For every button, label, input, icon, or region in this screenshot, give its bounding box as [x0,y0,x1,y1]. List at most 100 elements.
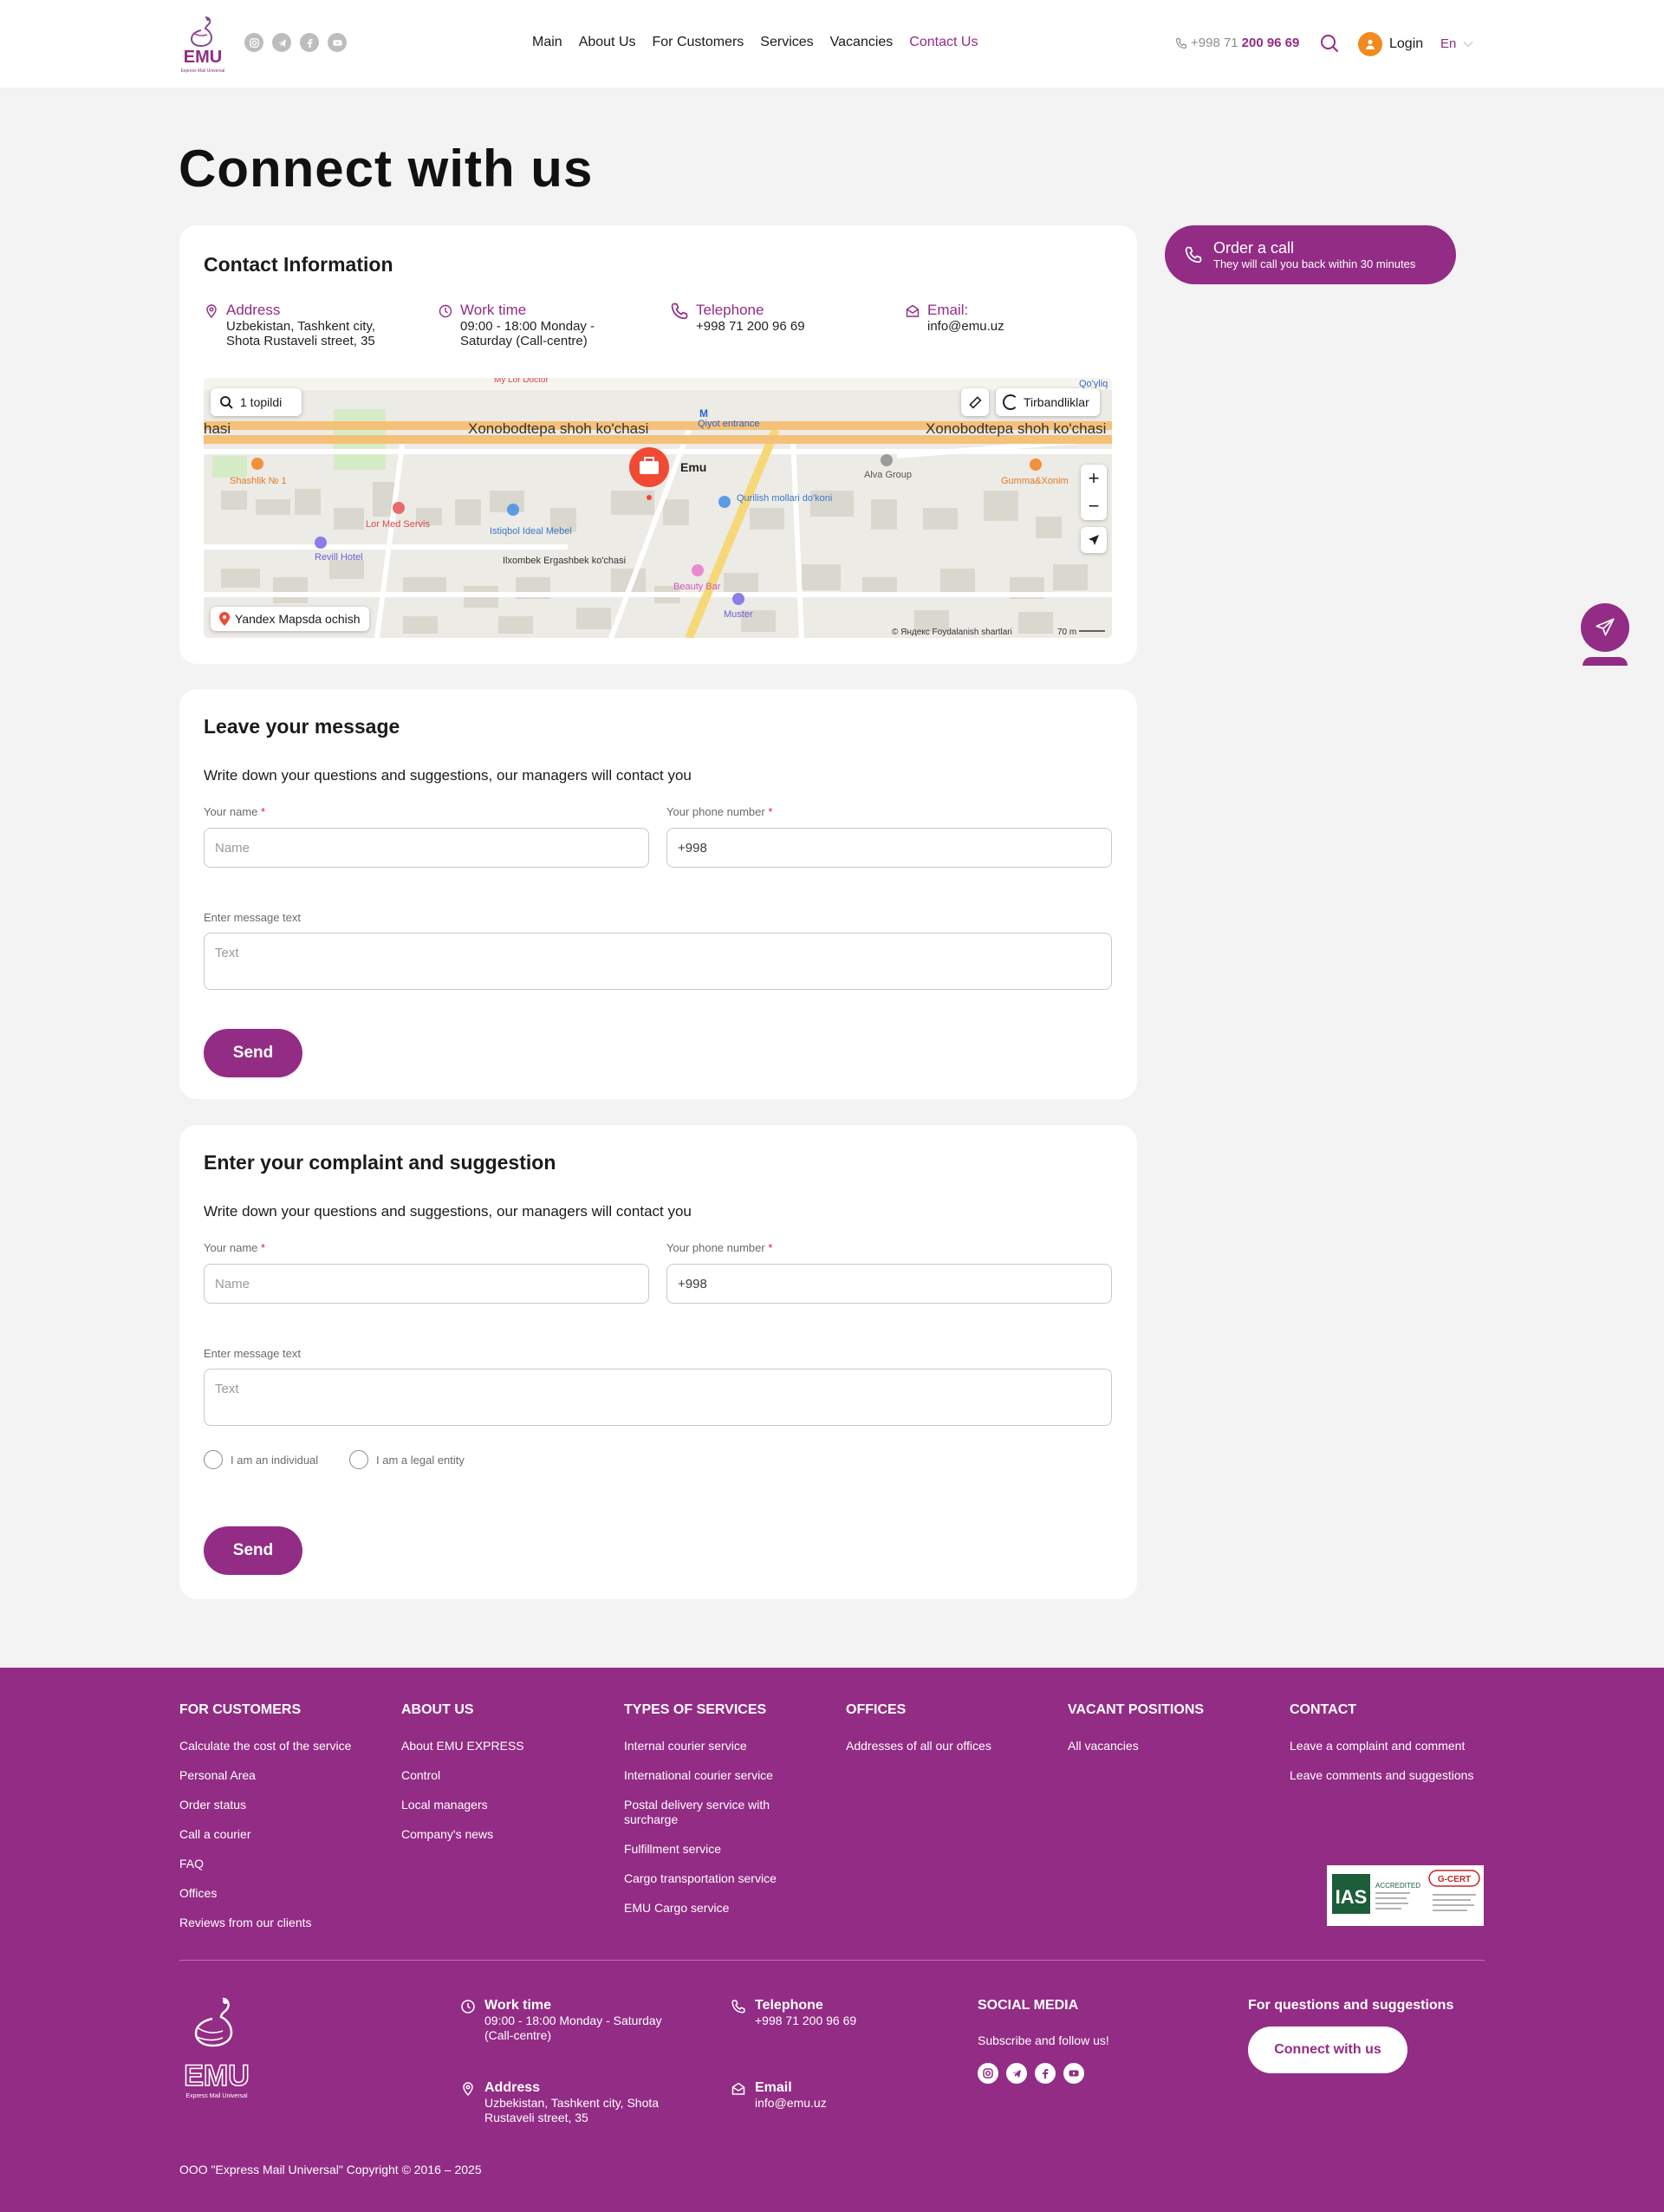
office-icon[interactable] [881,454,893,466]
footer-link[interactable]: All vacancies [1068,1739,1276,1753]
nav-for-customers[interactable]: For Customers [653,35,744,50]
footer-link[interactable]: Company's news [401,1827,609,1842]
footer-col-vacancies: VACANT POSITIONS All vacancies [1068,1702,1276,1768]
nav-contact-us[interactable]: Contact Us [909,35,978,50]
footer-link[interactable]: Addresses of all our offices [846,1739,1054,1753]
complaint-message-textarea[interactable]: Text [204,1369,1112,1426]
emu-logo[interactable]: EMU Express Mail Universal [179,12,226,76]
map-pin-icon [219,612,230,626]
traffic-label: Tirbandliklar [1024,395,1089,409]
map-canvas[interactable]: Xonobodtepa shoh ko'chasi Xonobodtepa sh… [204,378,1112,638]
footer-link[interactable]: FAQ [179,1857,387,1871]
ruler-button[interactable] [961,388,989,416]
nav-main[interactable]: Main [532,35,562,50]
radio-individual[interactable]: I am an individual [204,1450,318,1469]
order-call-button[interactable]: Order a call They will call you back wit… [1165,225,1456,284]
send-complaint-button[interactable]: Send [204,1526,302,1575]
zoom-in-icon[interactable]: + [1081,465,1107,492]
map-street-ergashbek: Ilxombek Ergashbek ko'chasi [503,556,626,566]
message-textarea[interactable]: Text [204,933,1112,990]
search-icon[interactable] [1319,33,1340,54]
telegram-icon[interactable] [272,33,291,52]
user-icon [1358,32,1382,56]
chat-float-button[interactable] [1583,657,1628,666]
footer-link[interactable]: Cargo transportation service [624,1871,797,1886]
metro-icon[interactable]: M [699,407,708,420]
youtube-icon[interactable] [328,33,347,52]
complaint-name-input[interactable]: Name [204,1264,649,1304]
email-value[interactable]: info@emu.uz [927,319,1004,334]
footer-link[interactable]: About EMU EXPRESS [401,1739,609,1753]
language-select[interactable]: En [1440,36,1473,51]
header-socials [244,33,347,52]
footer-link[interactable]: Fulfillment service [624,1842,797,1857]
chevron-down-icon [1463,41,1473,47]
beauty-icon[interactable] [692,564,704,576]
nav-about-us[interactable]: About Us [579,35,636,50]
restaurant-icon[interactable] [251,458,263,470]
header-phone-main: 200 96 69 [1241,36,1300,50]
footer-telephone-value[interactable]: +998 71 200 96 69 [755,2014,856,2028]
footer-link[interactable]: Reviews from our clients [179,1916,387,1930]
phone-icon [671,303,688,320]
nav-vacancies[interactable]: Vacancies [830,35,894,50]
map-search-result[interactable]: 1 topildi [211,388,302,416]
geolocation-button[interactable] [1081,527,1107,553]
footer-social-title: SOCIAL MEDIA [978,1998,1079,2013]
contact-info-card: Contact Information Address Uzbekistan, … [179,225,1137,664]
footer-link[interactable]: EMU Cargo service [624,1901,797,1916]
map-search-result-label: 1 topildi [240,395,283,409]
footer-email: Email info@emu.uz [731,2080,827,2111]
footer-link[interactable]: Control [401,1768,609,1783]
footer-link[interactable]: Offices [179,1886,387,1901]
zoom-out-icon[interactable]: − [1081,492,1107,520]
footer-link[interactable]: International courier service [624,1768,797,1783]
copyright: OOO "Express Mail Universal" Copyright ©… [179,2163,482,2176]
facebook-icon[interactable] [1035,2063,1056,2084]
telephone-value[interactable]: +998 71 200 96 69 [696,319,805,334]
footer-link[interactable]: Postal delivery service with surcharge [624,1798,797,1827]
store-icon[interactable] [718,496,731,508]
shop-icon[interactable] [507,504,519,516]
header-phone[interactable]: +998 71 200 96 69 [1175,36,1299,50]
ruler-icon [969,396,982,409]
footer-col-offices: OFFICES Addresses of all our offices [846,1702,1054,1768]
footer-worktime-label: Work time [484,1998,552,2013]
map-street-main: Xonobodtepa shoh ko'chasi [468,420,648,437]
facebook-icon[interactable] [300,33,319,52]
footer-connect-button[interactable]: Connect with us [1248,2027,1407,2073]
radio-legal-entity[interactable]: I am a legal entity [349,1450,465,1469]
login-button[interactable]: Login [1358,32,1423,56]
youtube-icon[interactable] [1063,2063,1084,2084]
cafe-icon[interactable] [1030,459,1042,471]
map-place-shashlik: Shashlik № 1 [230,476,287,486]
footer-link[interactable]: Order status [179,1798,387,1812]
hospital-icon[interactable] [393,502,405,514]
footer-link[interactable]: Call a courier [179,1827,387,1842]
name-input[interactable]: Name [204,828,649,868]
instagram-icon[interactable] [244,33,263,52]
footer-emu-logo[interactable]: EMU Express Mail Universal [179,1995,254,2105]
hotel-icon[interactable] [315,537,327,549]
send-message-button[interactable]: Send [204,1029,302,1077]
telegram-icon[interactable] [1006,2063,1027,2084]
contact-email: Email: info@emu.uz [905,302,1004,334]
footer-link[interactable]: Local managers [401,1798,609,1812]
nav-services[interactable]: Services [760,35,813,50]
traffic-button[interactable]: Tirbandliklar [996,388,1100,416]
complaint-phone-input[interactable]: +998 [666,1264,1112,1304]
yandex-map[interactable]: Xonobodtepa shoh ko'chasi Xonobodtepa sh… [204,378,1112,638]
phone-input[interactable]: +998 [666,828,1112,868]
footer-email-value[interactable]: info@emu.uz [755,2096,827,2111]
footer-link[interactable]: Calculate the cost of the service [179,1739,387,1753]
service-icon[interactable] [732,593,744,605]
instagram-icon[interactable] [978,2063,998,2084]
footer-link[interactable]: Leave comments and suggestions [1290,1768,1498,1783]
map-attribution[interactable]: © Яндекс Foydalanish shartlari [892,628,1012,637]
footer-link[interactable]: Personal Area [179,1768,387,1783]
contact-telephone: Telephone +998 71 200 96 69 [670,302,805,334]
footer-link[interactable]: Leave a complaint and comment [1290,1739,1498,1753]
open-in-yandex-button[interactable]: Yandex Mapsda ochish [211,607,369,631]
telegram-float-button[interactable] [1581,603,1629,652]
footer-link[interactable]: Internal courier service [624,1739,797,1753]
